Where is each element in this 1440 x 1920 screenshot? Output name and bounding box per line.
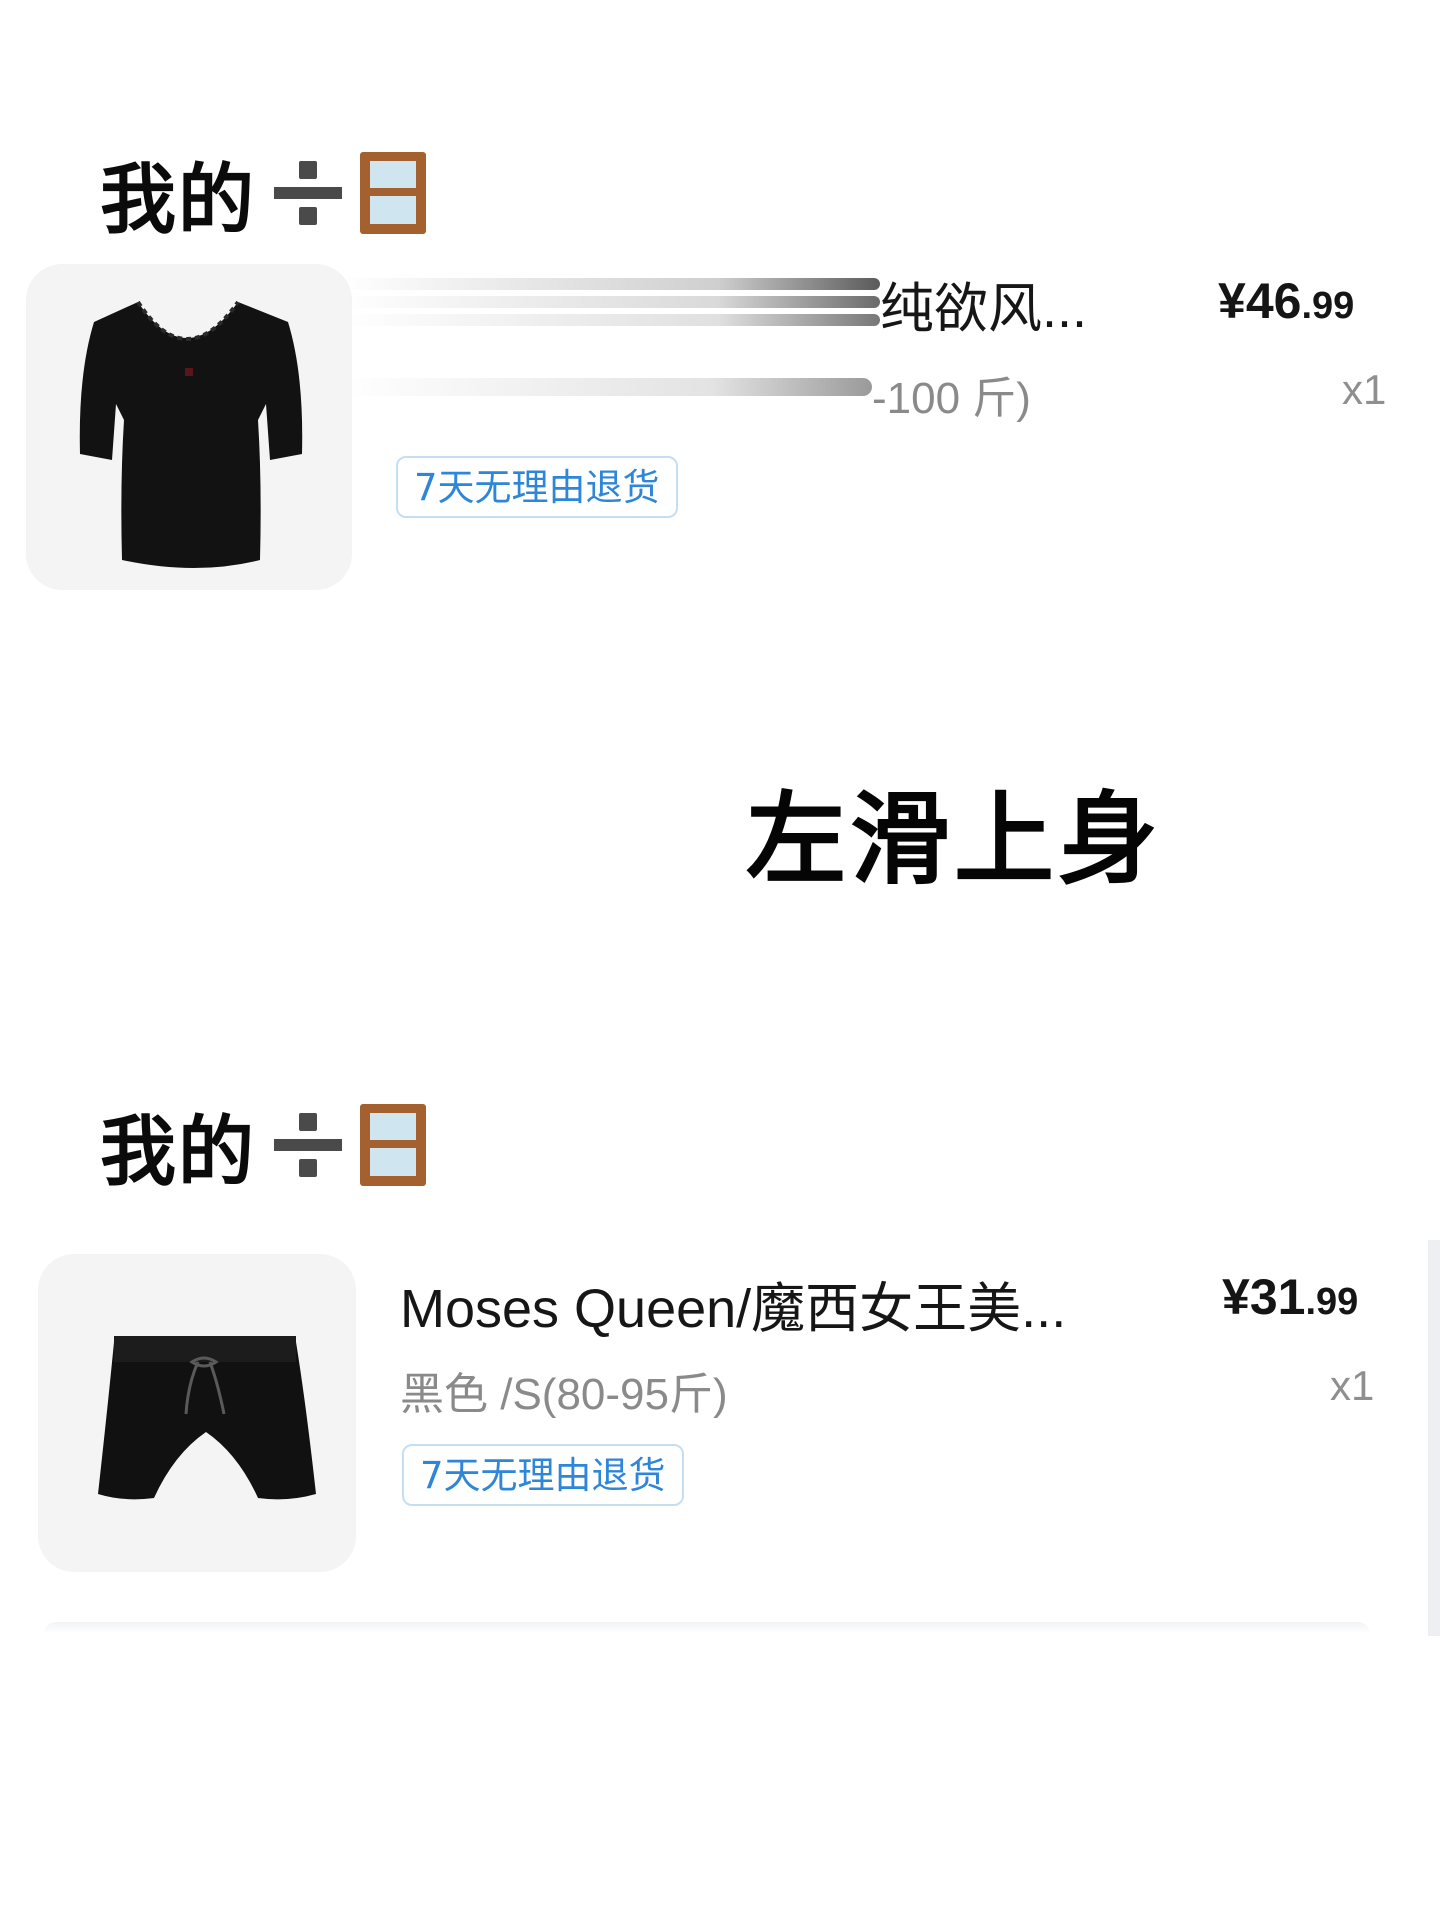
heavy-division-sign-icon: [270, 1107, 346, 1183]
product-variant[interactable]: -100 斤): [872, 362, 1031, 426]
heavy-division-sign-icon: [270, 155, 346, 231]
product-quantity: x1: [1330, 1362, 1375, 1409]
black-top-image: [79, 300, 303, 568]
return-policy-badge: 7天无理由退货: [396, 456, 678, 518]
product-variant[interactable]: 黑色 /S(80-95斤): [400, 1358, 728, 1422]
product-price: ¥31.99: [1222, 1269, 1359, 1325]
window-icon: [360, 152, 426, 234]
cart-item-top[interactable]: 纯欲风... -100 斤) ¥46.99 x1 7天无理由退货: [0, 240, 1440, 600]
product-title[interactable]: 纯欲风...: [880, 264, 1087, 343]
black-shorts-image: [98, 1336, 316, 1500]
product-quantity: x1: [1342, 366, 1387, 413]
product-image-top[interactable]: [26, 264, 352, 590]
section-heading-text: 我的: [100, 155, 256, 244]
product-price: ¥46.99: [1218, 273, 1355, 329]
section-heading-2: 我的: [100, 1100, 426, 1196]
next-card-edge: [44, 1622, 1370, 1634]
product-image-bottom[interactable]: [38, 1254, 356, 1572]
cart-item-bottom[interactable]: Moses Queen/魔西女王美... 黑色 /S(80-95斤) ¥31.9…: [0, 1240, 1440, 1600]
swipe-caption: 左滑上身: [746, 781, 1162, 898]
return-policy-badge: 7天无理由退货: [402, 1444, 684, 1506]
window-icon: [360, 1104, 426, 1186]
section-heading-1: 我的: [100, 148, 426, 244]
scroll-edge: [1428, 1240, 1440, 1636]
product-title[interactable]: Moses Queen/魔西女王美...: [400, 1264, 1066, 1343]
section-heading-text: 我的: [100, 1107, 256, 1196]
